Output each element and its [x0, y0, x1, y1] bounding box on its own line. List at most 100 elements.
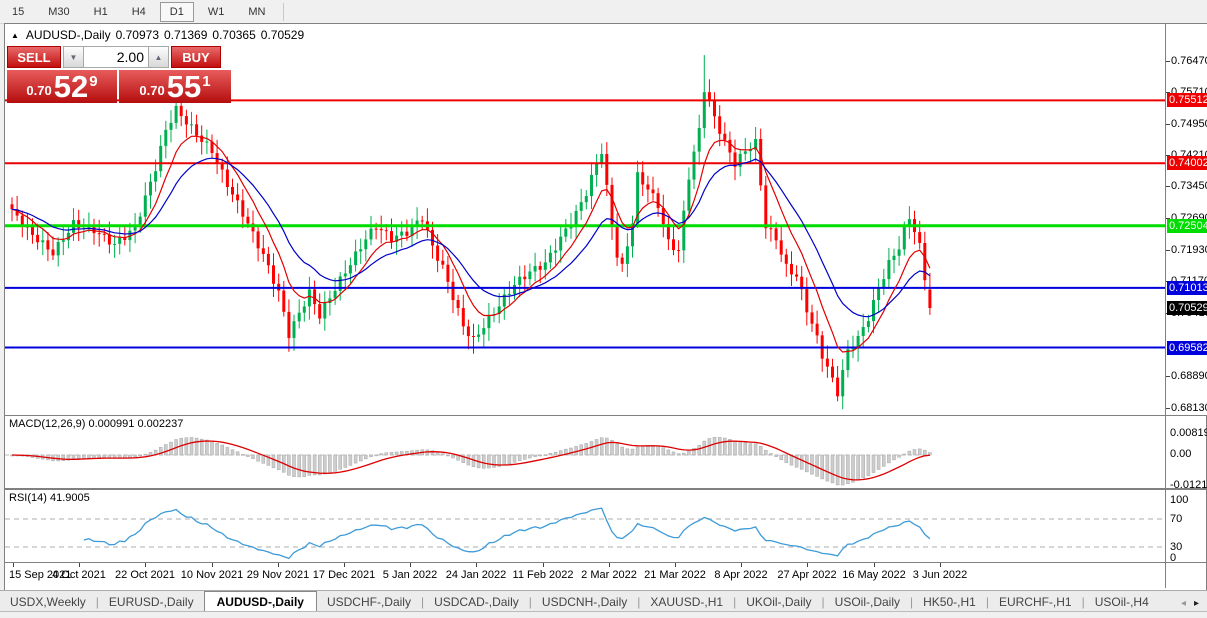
date-label: 29 Nov 2021 — [246, 569, 310, 581]
tab-scroll-left-icon[interactable]: ◂ — [1181, 598, 1186, 609]
date-tick — [79, 563, 80, 567]
volume-up-button[interactable]: ▲ — [148, 46, 169, 68]
collapse-triangle-icon[interactable]: ▲ — [11, 31, 19, 40]
price-tick: 0.68890 — [1166, 370, 1207, 382]
rsi-title: RSI(14) — [9, 492, 47, 504]
buy-button[interactable]: BUY — [171, 46, 221, 68]
rsi-panel[interactable]: RSI(14) 41.9005 — [5, 489, 1165, 563]
chart-tab-eurchf-h1[interactable]: EURCHF-,H1 — [989, 592, 1082, 612]
rsi-axis-tick: 70 — [1170, 513, 1183, 525]
one-click-trade-panel: SELL ▼ ▲ BUY 0.70 52 9 0.70 55 1 — [7, 46, 231, 103]
chart-tab-bar: USDX,Weekly | EURUSD-,Daily AUDUSD-,Daily US… — [0, 590, 1207, 612]
sell-price-box[interactable]: 0.70 52 9 — [7, 69, 117, 103]
timeframe-D1[interactable]: D1 — [159, 1, 194, 22]
sell-price-pips: 52 — [53, 69, 89, 104]
buy-price-point: 1 — [202, 73, 211, 90]
macd-title: MACD(12,26,9) — [9, 418, 86, 430]
date-tick — [807, 563, 808, 567]
date-tick — [675, 563, 676, 567]
date-axis: 15 Sep 2021 4 Oct 2021 22 Oct 2021 10 Nov 2… — [5, 563, 1165, 588]
sell-price-base: 0.70 — [26, 83, 52, 98]
date-tick — [874, 563, 875, 567]
timeframe-MN[interactable]: MN — [238, 2, 275, 22]
macd-value-signal: 0.002237 — [137, 418, 184, 430]
macd-label: MACD(12,26,9) 0.000991 0.002237 — [9, 418, 183, 430]
date-axis-corner — [1165, 563, 1206, 588]
chart-tab-usdchf-daily[interactable]: USDCHF-,Daily — [317, 592, 421, 612]
date-label: 22 Oct 2021 — [115, 569, 175, 581]
date-label: 21 Mar 2022 — [644, 569, 706, 581]
buy-price-box[interactable]: 0.70 55 1 — [119, 69, 231, 103]
timeframe-toolbar: 15 M30 H1 H4 D1 W1 MN — [0, 0, 1207, 24]
timeframe-15[interactable]: 15 — [2, 2, 34, 22]
chart-tab-usdx-weekly[interactable]: USDX,Weekly — [0, 592, 96, 612]
date-tick — [741, 563, 742, 567]
chart-tab-audusd-daily[interactable]: AUDUSD-,Daily — [203, 591, 317, 612]
timeframe-H4[interactable]: H4 — [122, 2, 156, 22]
price-tick: 0.76470 — [1166, 55, 1207, 67]
tab-scroll-right-icon[interactable]: ▸ — [1194, 598, 1199, 609]
chart-tab-eurusd-daily[interactable]: EURUSD-,Daily — [99, 592, 204, 612]
macd-axis-tick: 0.00 — [1170, 448, 1192, 460]
date-tick — [609, 563, 610, 567]
volume-down-button[interactable]: ▼ — [63, 46, 84, 68]
date-label: 17 Dec 2021 — [312, 569, 376, 581]
rsi-plot — [5, 490, 1163, 562]
rsi-value: 41.9005 — [49, 492, 90, 504]
price-tick: 0.71930 — [1166, 244, 1207, 256]
date-label: 4 Oct 2021 — [52, 569, 106, 581]
sell-price-point: 9 — [89, 73, 98, 90]
date-tick — [410, 563, 411, 567]
volume-stepper: ▼ ▲ — [63, 46, 169, 68]
rsi-axis: 100 70 30 0 — [1165, 489, 1206, 564]
date-tick — [940, 563, 941, 567]
price-level-label: 0.74002 — [1167, 156, 1207, 170]
date-tick — [145, 563, 146, 567]
date-label: 5 Jan 2022 — [382, 569, 438, 581]
chart-tab-usoil-daily[interactable]: USOil-,Daily — [825, 592, 910, 612]
timeframe-H1[interactable]: H1 — [84, 2, 118, 22]
price-axis: 0.76470 0.75710 0.74950 0.74210 0.73450 0.726… — [1165, 24, 1207, 415]
chart-tab-xauusd-h1[interactable]: XAUUSD-,H1 — [640, 592, 733, 612]
price-tick: 0.68130 — [1166, 402, 1207, 414]
volume-input[interactable] — [84, 46, 148, 68]
price-level-label: 0.70529 — [1167, 301, 1207, 315]
date-tick — [212, 563, 213, 567]
date-label: 11 Feb 2022 — [512, 569, 574, 581]
buy-price-base: 0.70 — [139, 83, 165, 98]
sell-button[interactable]: SELL — [7, 46, 61, 68]
ohlc-close: 0.70529 — [260, 28, 305, 42]
price-level-label: 0.72504 — [1167, 219, 1207, 233]
macd-axis-tick: 0.008197 — [1170, 427, 1207, 439]
buy-price-pips: 55 — [166, 69, 202, 104]
price-chart[interactable]: ▲ AUDUSD-,Daily 0.70973 0.71369 0.70365 … — [5, 24, 1165, 415]
macd-panel[interactable]: MACD(12,26,9) 0.000991 0.002237 — [5, 415, 1165, 489]
rsi-axis-tick: 100 — [1170, 494, 1189, 506]
timeframe-W1[interactable]: W1 — [198, 2, 235, 22]
price-tick: 0.74950 — [1166, 118, 1207, 130]
tab-scroll-arrows: ◂ ▸ — [1181, 598, 1207, 612]
price-level-label: 0.71013 — [1167, 281, 1207, 295]
timeframe-M30[interactable]: M30 — [38, 2, 79, 22]
ohlc-open: 0.70973 — [115, 28, 159, 42]
toolbar-separator — [283, 2, 285, 21]
chart-tab-usdcnh-daily[interactable]: USDCNH-,Daily — [532, 592, 637, 612]
date-tick — [344, 563, 345, 567]
date-tick — [476, 563, 477, 567]
chart-window: ▲ AUDUSD-,Daily 0.70973 0.71369 0.70365 … — [4, 23, 1207, 591]
chart-tab-ukoil-daily[interactable]: UKOil-,Daily — [736, 592, 821, 612]
date-tick — [543, 563, 544, 567]
chart-tab-usoil-h4[interactable]: USOil-,H4 — [1085, 592, 1159, 612]
chart-tab-usdcad-daily[interactable]: USDCAD-,Daily — [424, 592, 529, 612]
date-label: 3 Jun 2022 — [912, 569, 968, 581]
macd-value-main: 0.000991 — [88, 418, 135, 430]
price-tick: 0.73450 — [1166, 180, 1207, 192]
date-label: 16 May 2022 — [842, 569, 906, 581]
rsi-label: RSI(14) 41.9005 — [9, 492, 90, 504]
ohlc-low: 0.70365 — [212, 28, 256, 42]
chart-header: ▲ AUDUSD-,Daily 0.70973 0.71369 0.70365 … — [11, 28, 304, 42]
date-label: 27 Apr 2022 — [777, 569, 837, 581]
date-label: 8 Apr 2022 — [714, 569, 768, 581]
symbol-title: AUDUSD-,Daily — [25, 28, 111, 42]
chart-tab-hk50-h1[interactable]: HK50-,H1 — [913, 592, 986, 612]
